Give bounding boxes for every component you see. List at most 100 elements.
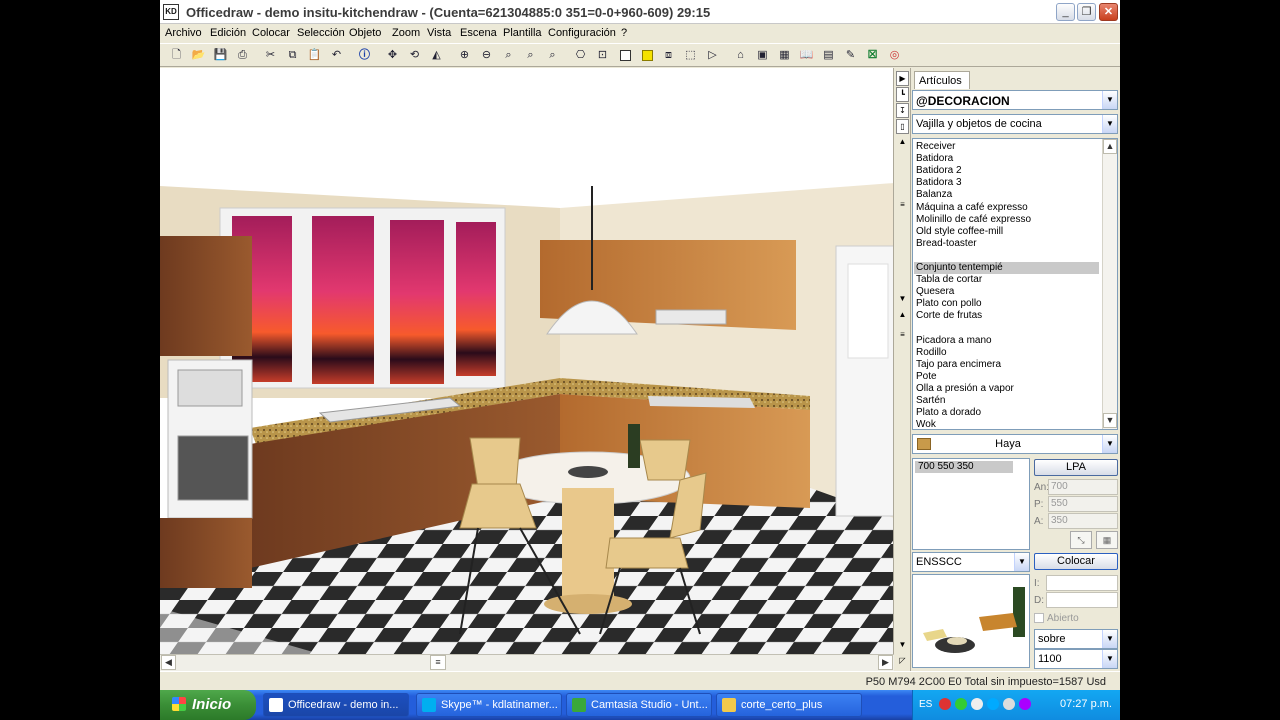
house-icon[interactable]: ⌂ xyxy=(732,47,749,64)
scroll-thumb[interactable]: ≡ xyxy=(430,655,446,670)
excel-icon[interactable]: ☒ xyxy=(864,47,881,64)
list-item[interactable]: Wok xyxy=(916,419,1101,429)
abierto-checkbox[interactable]: Abierto xyxy=(1034,613,1079,624)
paste-icon[interactable]: 📋 xyxy=(306,47,323,64)
d-field[interactable] xyxy=(1046,592,1118,608)
print-icon[interactable]: ⎙ xyxy=(234,47,251,64)
code-select[interactable]: ENSSCC ▼ xyxy=(912,552,1030,572)
list-item[interactable]: Receiver xyxy=(916,141,1101,153)
camera-icon[interactable]: ⎔ xyxy=(572,47,589,64)
app-tray-icon[interactable] xyxy=(1019,698,1031,710)
menu-help[interactable]: ? xyxy=(621,27,627,39)
copy-icon[interactable]: ⧉ xyxy=(284,47,301,64)
grid-icon[interactable]: ▦ xyxy=(776,47,793,64)
horizontal-scrollbar[interactable]: ◀ ≡ ▶ xyxy=(160,654,894,671)
yellow-square-icon[interactable] xyxy=(642,50,653,61)
list-item[interactable]: Sartén xyxy=(916,395,1101,407)
list-item[interactable] xyxy=(916,323,1101,335)
language-indicator[interactable]: ES xyxy=(919,699,932,710)
position-select[interactable]: sobre ▼ xyxy=(1034,629,1118,649)
zoom-in-icon[interactable]: ⊕ xyxy=(456,47,473,64)
chevron-down-icon[interactable]: ▼ xyxy=(1102,650,1117,668)
lpa-button[interactable]: LPA xyxy=(1034,459,1118,476)
list-item[interactable]: Máquina a café expresso xyxy=(916,202,1101,214)
list-item[interactable]: Picadora a mano xyxy=(916,335,1101,347)
edit-icon[interactable]: ✎ xyxy=(842,47,859,64)
scroll-up-icon[interactable]: ▶ xyxy=(896,71,909,86)
measure-icon[interactable]: ◭ xyxy=(428,47,445,64)
clock[interactable]: 07:27 p.m. xyxy=(1060,698,1112,710)
zoom-prev-icon[interactable]: ⌕ xyxy=(544,47,561,64)
new-icon[interactable]: 🗋 xyxy=(168,47,185,64)
list-item[interactable]: Tabla de cortar xyxy=(916,274,1101,286)
book-icon[interactable]: 📖 xyxy=(798,47,815,64)
resize-icon[interactable]: ⤡ xyxy=(1070,531,1092,549)
menu-objeto[interactable]: Objeto xyxy=(349,27,381,39)
update-icon[interactable] xyxy=(1003,698,1015,710)
height-field[interactable]: 350 xyxy=(1048,513,1118,529)
menu-archivo[interactable]: Archivo xyxy=(165,27,202,39)
list-item[interactable]: Balanza xyxy=(916,189,1101,201)
close-button[interactable]: ✕ xyxy=(1099,3,1118,21)
tab-articulos[interactable]: Artículos xyxy=(914,71,970,89)
rotate-icon[interactable]: ⟲ xyxy=(406,47,423,64)
taskbar-item[interactable]: corte_certo_plus xyxy=(716,693,862,717)
menu-colocar[interactable]: Colocar xyxy=(252,27,290,39)
taskbar-item[interactable]: Skype™ - kdlatinamer... xyxy=(416,693,562,717)
checkbox-box[interactable] xyxy=(1034,613,1044,624)
cut-icon[interactable]: ✂ xyxy=(262,47,279,64)
menu-seleccion[interactable]: Selección xyxy=(297,27,345,39)
start-button[interactable]: Inicio xyxy=(160,690,256,720)
info-icon[interactable]: ⓘ xyxy=(356,47,373,64)
menu-vista[interactable]: Vista xyxy=(427,27,451,39)
category-select[interactable]: @DECORACION ▼ xyxy=(912,90,1118,110)
list-item[interactable]: Corte de frutas xyxy=(916,310,1101,322)
chevron-down-icon[interactable]: ▼ xyxy=(1102,115,1117,133)
list-item[interactable]: Plato a dorado xyxy=(916,407,1101,419)
down-arrow-icon[interactable]: ▼ xyxy=(896,638,909,653)
menu-escena[interactable]: Escena xyxy=(460,27,497,39)
list-item[interactable]: Conjunto tentempié xyxy=(914,262,1099,274)
move-icon[interactable]: ✥ xyxy=(384,47,401,64)
page-icon[interactable]: ▯ xyxy=(896,119,909,134)
zoom-window-icon[interactable]: ⌕ xyxy=(500,47,517,64)
volume-icon[interactable] xyxy=(971,698,983,710)
dimensions-selected[interactable]: 700 550 350 xyxy=(915,461,1013,473)
antivirus-icon[interactable] xyxy=(939,698,951,710)
up-arrow-icon[interactable]: ▲ xyxy=(896,135,909,150)
elevation-select[interactable]: 1100 ▼ xyxy=(1034,649,1118,669)
list-item[interactable] xyxy=(916,250,1101,262)
depth-field[interactable]: 550 xyxy=(1048,496,1118,512)
open-icon[interactable]: 📂 xyxy=(190,47,207,64)
list-item[interactable]: Bread-toaster xyxy=(916,238,1101,250)
taskbar-item[interactable]: Officedraw - demo in... xyxy=(263,693,409,717)
dimensions-list[interactable]: 700 550 350 xyxy=(912,458,1030,550)
square-icon[interactable] xyxy=(620,50,631,61)
maximize-button[interactable]: ❐ xyxy=(1077,3,1096,21)
undo-icon[interactable]: ↶ xyxy=(328,47,345,64)
list-item[interactable]: Rodillo xyxy=(916,347,1101,359)
3d-viewport[interactable] xyxy=(160,68,894,654)
menu-zoom[interactable]: Zoom xyxy=(392,27,420,39)
cabinet-icon[interactable]: ▤ xyxy=(820,47,837,64)
material-select[interactable]: Haya ▼ xyxy=(912,434,1118,454)
width-field[interactable]: 700 xyxy=(1048,479,1118,495)
list-item[interactable]: Plato con pollo xyxy=(916,298,1101,310)
menu-configuracion[interactable]: Configuración xyxy=(548,27,616,39)
chevron-down-icon[interactable]: ▼ xyxy=(1102,91,1117,109)
list-item[interactable]: Olla a presión a vapor xyxy=(916,383,1101,395)
list-item[interactable]: Batidora 3 xyxy=(916,177,1101,189)
resize-corner-icon[interactable]: ◸ xyxy=(896,654,909,669)
minimize-button[interactable]: _ xyxy=(1056,3,1075,21)
scroll-up-icon[interactable]: ▲ xyxy=(1103,139,1117,154)
taskbar-item[interactable]: Camtasia Studio - Unt... xyxy=(566,693,712,717)
list-item[interactable]: Quesera xyxy=(916,286,1101,298)
cube-icon[interactable]: ⬚ xyxy=(682,47,699,64)
list-item[interactable]: Old style coffee-mill xyxy=(916,226,1101,238)
zoom-out-icon[interactable]: ⊖ xyxy=(478,47,495,64)
network-icon[interactable] xyxy=(955,698,967,710)
photo-icon[interactable]: ▣ xyxy=(754,47,771,64)
scroll-right-icon[interactable]: ▶ xyxy=(878,655,893,670)
list-item[interactable]: Batidora xyxy=(916,153,1101,165)
scroll-grip-icon[interactable]: ≡ xyxy=(896,198,909,213)
